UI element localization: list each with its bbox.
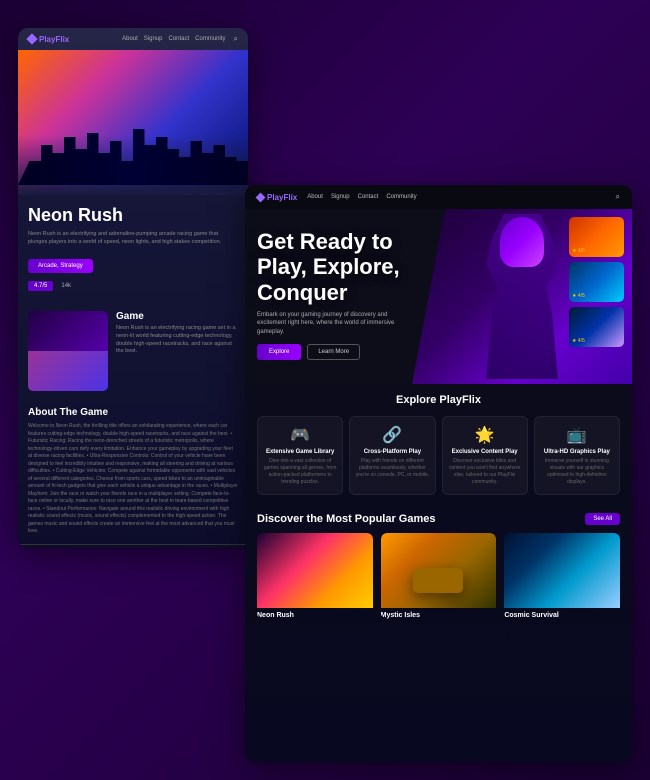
left-game-content: Neon Rush Neon Rush is an electrifying a… — [18, 195, 248, 311]
game-library-icon: 🎮 — [263, 425, 337, 445]
pf-features-grid: 🎮 Extensive Game Library Dive into a vas… — [257, 416, 620, 495]
left-search-icon[interactable]: ⌕ — [234, 34, 238, 44]
logo-diamond-icon — [26, 33, 37, 44]
pf-explore-title: Explore PlayFlix — [257, 394, 620, 406]
right-playflix-card: PlayFlix About Signup Contact Community … — [245, 185, 632, 762]
pf-hero-subtitle: Embark on your gaming journey of discove… — [257, 311, 417, 336]
feature-cross-platform: 🔗 Cross-Platform Play Play with friends … — [349, 416, 435, 495]
likes-badge: 14k — [61, 283, 71, 289]
cosmic-survival-image — [504, 533, 620, 608]
neon-rush-name: Neon Rush — [257, 612, 373, 619]
about-section: About The Game Welcome to Neon Rush, the… — [18, 399, 248, 544]
system-requirements-section: System Requirements Minimum System Requi… — [18, 544, 248, 548]
exclusive-content-icon: 🌟 — [448, 425, 522, 445]
pf-nav-about[interactable]: About — [307, 194, 323, 200]
pf-thumb-3[interactable]: ★ 4/5 — [569, 307, 624, 347]
left-nav-links: About Signup Contact Community — [122, 36, 225, 42]
feature-1-title: Extensive Game Library — [263, 449, 337, 455]
left-logo: PlayFlix — [28, 35, 69, 44]
left-hero-image — [18, 50, 248, 195]
mystic-isles-name: Mystic Isles — [381, 612, 497, 619]
game-card-desc: Neon Rush is an electrifying racing game… — [116, 325, 238, 356]
pf-popular-title: Discover the Most Popular Games — [257, 513, 436, 525]
city-silhouette — [18, 105, 248, 185]
feature-4-title: Ultra-HD Graphics Play — [540, 449, 614, 455]
left-nav: PlayFlix About Signup Contact Community … — [18, 28, 248, 50]
nav-contact[interactable]: Contact — [168, 36, 189, 42]
explore-button[interactable]: Explore — [257, 344, 301, 360]
nav-signup[interactable]: Signup — [144, 36, 163, 42]
feature-2-title: Cross-Platform Play — [355, 449, 429, 455]
hero-title-line1: Get Ready to — [257, 229, 417, 254]
pf-nav-contact[interactable]: Contact — [358, 194, 379, 200]
play-button[interactable]: Arcade, Strategy — [28, 259, 93, 273]
feature-3-title: Exclusive Content Play — [448, 449, 522, 455]
pf-thumb-3-rating: ★ 4/5 — [572, 338, 585, 344]
pf-nav: PlayFlix About Signup Contact Community … — [245, 185, 632, 209]
pf-hero: Get Ready to Play, Explore, Conquer Emba… — [245, 209, 632, 384]
pf-hero-thumbnails: ★ 4/5 ★ 4/5 ★ 4/5 — [569, 217, 624, 347]
pf-games-grid: Neon Rush Mystic Isles Cosmic Survival — [257, 533, 620, 619]
pf-thumb-2-rating: ★ 4/5 — [572, 293, 585, 299]
feature-2-desc: Play with friends on different platforms… — [355, 458, 429, 479]
nav-community[interactable]: Community — [195, 36, 225, 42]
feature-uhd-graphics: 📺 Ultra-HD Graphics Play Immerse yoursel… — [534, 416, 620, 495]
mystic-isles-image — [381, 533, 497, 608]
pf-thumb-1-rating: ★ 4/5 — [572, 248, 585, 254]
game-card-title: Game — [116, 311, 238, 322]
learn-more-button[interactable]: Learn More — [307, 344, 360, 360]
pf-nav-signup[interactable]: Signup — [331, 194, 350, 200]
pf-hero-title: Get Ready to Play, Explore, Conquer — [257, 229, 417, 305]
game-card-neon-rush[interactable]: Neon Rush — [257, 533, 373, 619]
hero-title-line3: Conquer — [257, 280, 417, 305]
feature-4-desc: Immerse yourself in stunning visuals wit… — [540, 458, 614, 486]
game-section: Game Neon Rush is an electrifying racing… — [18, 311, 248, 391]
feature-3-desc: Discover exclusive titles and content yo… — [448, 458, 522, 486]
warrior-helmet — [500, 217, 544, 267]
about-text: Welcome to Neon Rush, the thrilling titl… — [28, 423, 238, 536]
pf-nav-community[interactable]: Community — [386, 194, 416, 200]
feature-game-library: 🎮 Extensive Game Library Dive into a vas… — [257, 416, 343, 495]
rating-badge: 4.7/5 — [28, 281, 53, 291]
pf-thumb-1[interactable]: ★ 4/5 — [569, 217, 624, 257]
cross-platform-icon: 🔗 — [355, 425, 429, 445]
cosmic-survival-name: Cosmic Survival — [504, 612, 620, 619]
pf-explore-section: Explore PlayFlix 🎮 Extensive Game Librar… — [245, 384, 632, 505]
pf-logo-diamond — [256, 192, 266, 202]
pf-nav-links: About Signup Contact Community — [307, 194, 416, 200]
hero-title-line2: Play, Explore, — [257, 254, 417, 279]
uhd-graphics-icon: 📺 — [540, 425, 614, 445]
nav-about[interactable]: About — [122, 36, 138, 42]
about-title: About The Game — [28, 407, 238, 418]
pf-popular-header: Discover the Most Popular Games See All — [257, 513, 620, 525]
pf-hero-buttons: Explore Learn More — [257, 344, 417, 360]
pf-logo: PlayFlix — [257, 193, 297, 202]
game-description: Neon Rush is an electrifying and adrenal… — [28, 231, 238, 246]
pf-search-icon[interactable]: ⌕ — [616, 192, 620, 202]
see-all-button[interactable]: See All — [585, 513, 620, 525]
rating-row: 4.7/5 14k — [28, 281, 238, 291]
game-card-mystic-isles[interactable]: Mystic Isles — [381, 533, 497, 619]
pf-hero-content: Get Ready to Play, Explore, Conquer Emba… — [257, 229, 417, 360]
pf-thumb-2[interactable]: ★ 4/5 — [569, 262, 624, 302]
game-thumbnail-1 — [28, 311, 108, 391]
game-title: Neon Rush — [28, 205, 238, 226]
left-game-card: PlayFlix About Signup Contact Community … — [18, 28, 248, 548]
feature-1-desc: Dive into a vast collection of games spa… — [263, 458, 337, 486]
pf-popular-section: Discover the Most Popular Games See All … — [245, 505, 632, 627]
neon-rush-image — [257, 533, 373, 608]
feature-exclusive-content: 🌟 Exclusive Content Play Discover exclus… — [442, 416, 528, 495]
game-card-cosmic-survival[interactable]: Cosmic Survival — [504, 533, 620, 619]
